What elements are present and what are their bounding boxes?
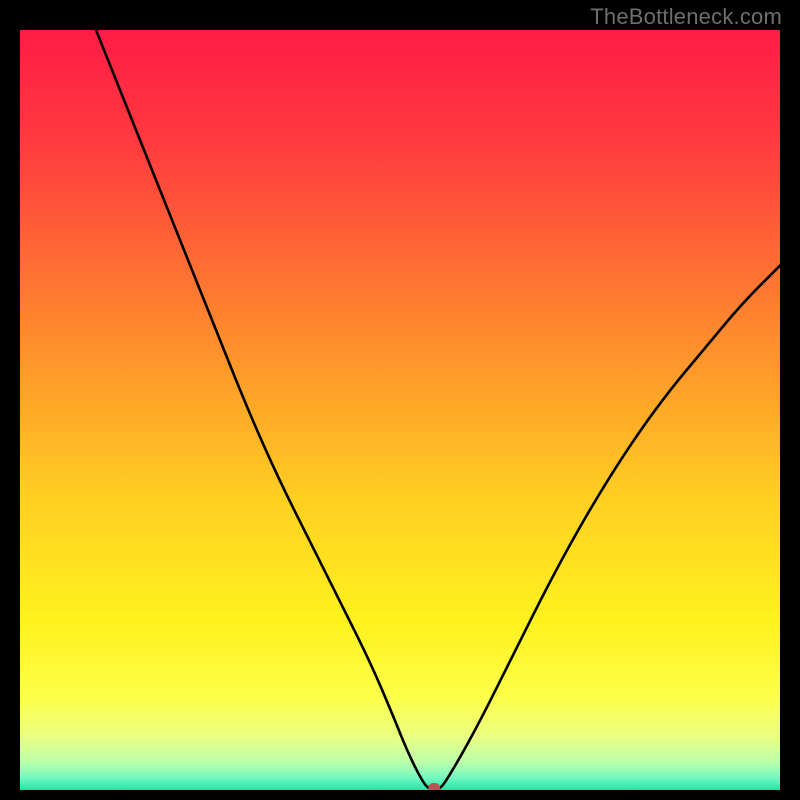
- chart-frame: TheBottleneck.com: [0, 0, 800, 800]
- chart-plot-area: [20, 30, 780, 790]
- chart-svg: [20, 30, 780, 790]
- watermark-text: TheBottleneck.com: [590, 4, 782, 30]
- gradient-background: [20, 30, 780, 790]
